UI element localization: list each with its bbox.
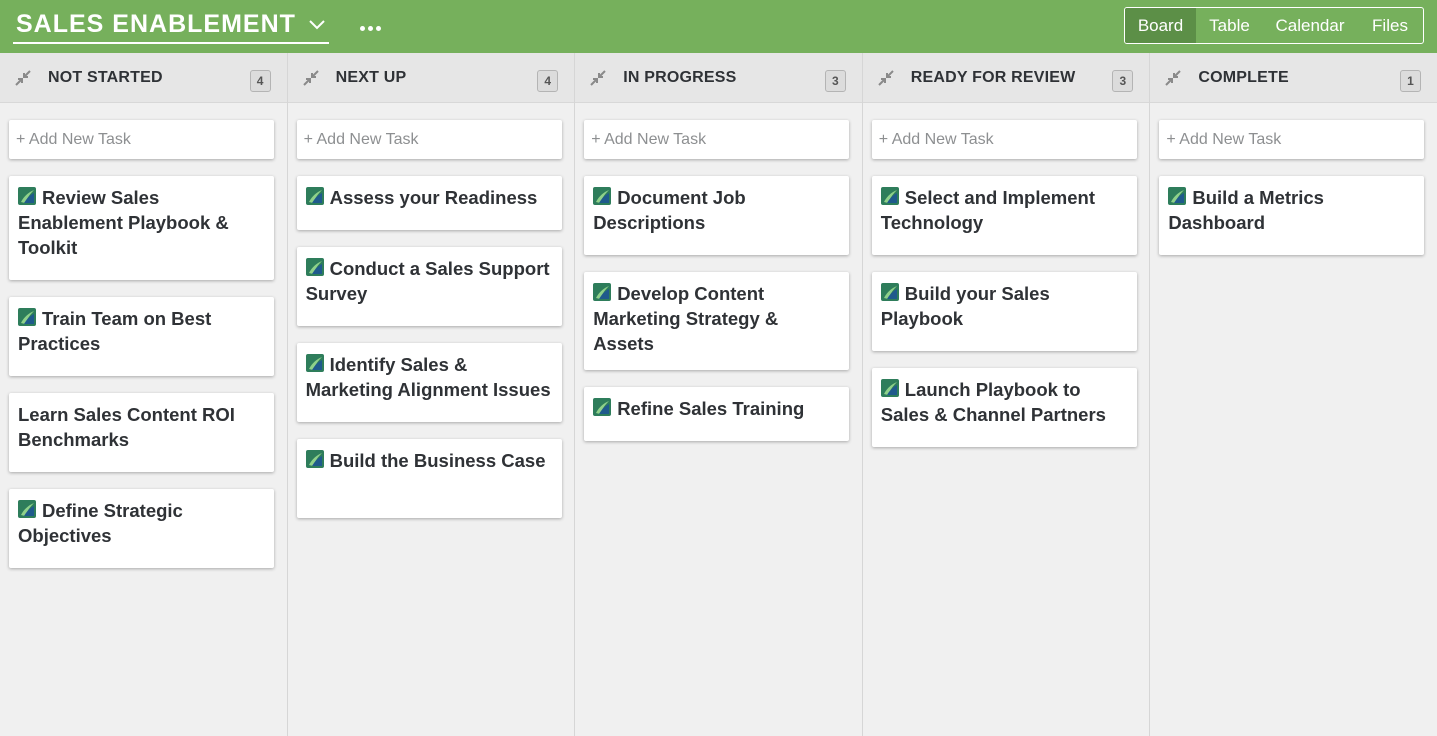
task-card[interactable]: Build your Sales Playbook <box>871 272 1137 351</box>
task-type-icon <box>305 258 324 276</box>
task-type-icon <box>305 450 324 468</box>
column-body: + Add New Task Assess your Readiness Con… <box>288 103 575 518</box>
collapse-icon[interactable] <box>589 69 607 87</box>
view-tab-table[interactable]: Table <box>1196 8 1263 43</box>
column-header: NOT STARTED 4 <box>0 53 287 103</box>
column-title: READY FOR REVIEW <box>910 69 1076 86</box>
task-type-icon <box>1168 187 1187 205</box>
add-task-input[interactable]: + Add New Task <box>1159 120 1425 159</box>
task-title: Document Job Descriptions <box>593 187 746 233</box>
task-title: Develop Content Marketing Strategy & Ass… <box>593 283 779 354</box>
board-title: SALES ENABLEMENT <box>16 10 296 38</box>
column-header: COMPLETE 1 <box>1150 53 1437 103</box>
task-card[interactable]: Conduct a Sales Support Survey <box>296 247 562 326</box>
ellipsis-dot <box>367 25 373 31</box>
column-title: NEXT UP <box>335 69 407 86</box>
task-card[interactable]: Refine Sales Training <box>584 387 850 441</box>
task-card[interactable]: Select and Implement Technology <box>871 176 1137 255</box>
ellipsis-dot <box>375 25 381 31</box>
task-type-icon <box>880 187 899 205</box>
task-title: Identify Sales & Marketing Alignment Iss… <box>305 354 551 400</box>
task-card[interactable]: Learn Sales Content ROI Benchmarks <box>9 393 274 472</box>
add-task-input[interactable]: + Add New Task <box>584 120 850 159</box>
column-not-started: NOT STARTED 4 + Add New Task Review Sale… <box>0 53 288 736</box>
collapse-icon[interactable] <box>302 69 320 87</box>
view-switcher: Board Table Calendar Files <box>1124 7 1424 44</box>
board-columns: NOT STARTED 4 + Add New Task Review Sale… <box>0 53 1437 736</box>
task-card[interactable]: Train Team on Best Practices <box>9 297 274 376</box>
task-card[interactable]: Develop Content Marketing Strategy & Ass… <box>584 272 850 370</box>
ellipsis-dot <box>359 25 365 31</box>
column-body: + Add New Task Build a Metrics Dashboard <box>1150 103 1437 255</box>
collapse-icon[interactable] <box>14 69 32 87</box>
task-card[interactable]: Launch Playbook to Sales & Channel Partn… <box>871 368 1137 447</box>
view-tab-calendar[interactable]: Calendar <box>1263 8 1357 43</box>
task-count-badge: 1 <box>1399 70 1421 92</box>
task-type-icon <box>593 187 612 205</box>
task-title: Define Strategic Objectives <box>18 500 183 546</box>
task-count-badge: 4 <box>537 70 559 92</box>
task-title: Train Team on Best Practices <box>18 308 212 354</box>
task-type-icon <box>18 308 36 326</box>
column-body: + Add New Task Select and Implement Tech… <box>863 103 1150 447</box>
ellipsis-icon[interactable] <box>356 18 384 38</box>
task-card[interactable]: Build a Metrics Dashboard <box>1159 176 1425 255</box>
task-card[interactable]: Identify Sales & Marketing Alignment Iss… <box>296 343 562 422</box>
column-header: IN PROGRESS 3 <box>575 53 862 103</box>
column-body: + Add New Task Review Sales Enablement P… <box>0 103 287 568</box>
column-title: COMPLETE <box>1198 69 1289 86</box>
top-bar: SALES ENABLEMENT Board Table Calendar Fi… <box>0 0 1437 53</box>
view-tab-board[interactable]: Board <box>1125 8 1196 43</box>
task-title: Assess your Readiness <box>329 187 538 208</box>
task-count-badge: 3 <box>824 70 846 92</box>
column-header: READY FOR REVIEW 3 <box>862 53 1150 103</box>
task-type-icon <box>305 187 324 205</box>
task-card[interactable]: Build the Business Case <box>296 439 562 518</box>
task-type-icon <box>880 379 899 397</box>
column-title: IN PROGRESS <box>623 69 737 86</box>
task-card[interactable]: Review Sales Enablement Playbook & Toolk… <box>9 176 274 280</box>
column-body: + Add New Task Document Job Descriptions… <box>575 103 862 441</box>
view-tab-files[interactable]: Files <box>1357 8 1423 43</box>
board-title-dropdown[interactable]: SALES ENABLEMENT <box>13 9 329 44</box>
task-title: Build the Business Case <box>329 450 546 471</box>
task-title: Build a Metrics Dashboard <box>1168 187 1324 233</box>
task-type-icon <box>18 187 36 205</box>
column-in-progress: IN PROGRESS 3 + Add New Task Document Jo… <box>575 53 863 736</box>
task-count-badge: 3 <box>1112 70 1134 92</box>
task-title: Launch Playbook to Sales & Channel Partn… <box>880 379 1106 425</box>
task-title: Select and Implement Technology <box>880 187 1095 233</box>
task-count-badge: 4 <box>249 70 271 92</box>
task-card[interactable]: Define Strategic Objectives <box>9 489 274 568</box>
collapse-icon[interactable] <box>1164 69 1182 87</box>
column-title: NOT STARTED <box>48 69 163 86</box>
column-next-up: NEXT UP 4 + Add New Task Assess your Rea… <box>287 53 576 736</box>
task-type-icon <box>18 500 36 518</box>
task-title: Review Sales Enablement Playbook & Toolk… <box>18 187 229 258</box>
add-task-input[interactable]: + Add New Task <box>871 120 1137 159</box>
task-card[interactable]: Assess your Readiness <box>296 176 562 230</box>
task-card[interactable]: Document Job Descriptions <box>584 176 850 255</box>
chevron-down-icon <box>296 19 329 30</box>
task-type-icon <box>880 283 899 301</box>
collapse-icon[interactable] <box>877 69 895 87</box>
task-title: Build your Sales Playbook <box>880 283 1050 329</box>
task-title: Conduct a Sales Support Survey <box>305 258 550 304</box>
column-ready-for-review: READY FOR REVIEW 3 + Add New Task Select… <box>862 53 1151 736</box>
task-type-icon <box>593 398 612 416</box>
task-type-icon <box>305 354 324 372</box>
column-header: NEXT UP 4 <box>287 53 575 103</box>
column-complete: COMPLETE 1 + Add New Task Build a Metric… <box>1150 53 1437 736</box>
task-title: Learn Sales Content ROI Benchmarks <box>18 404 235 450</box>
task-title: Refine Sales Training <box>617 398 805 419</box>
add-task-input[interactable]: + Add New Task <box>296 120 562 159</box>
add-task-input[interactable]: + Add New Task <box>9 120 274 159</box>
task-type-icon <box>593 283 612 301</box>
